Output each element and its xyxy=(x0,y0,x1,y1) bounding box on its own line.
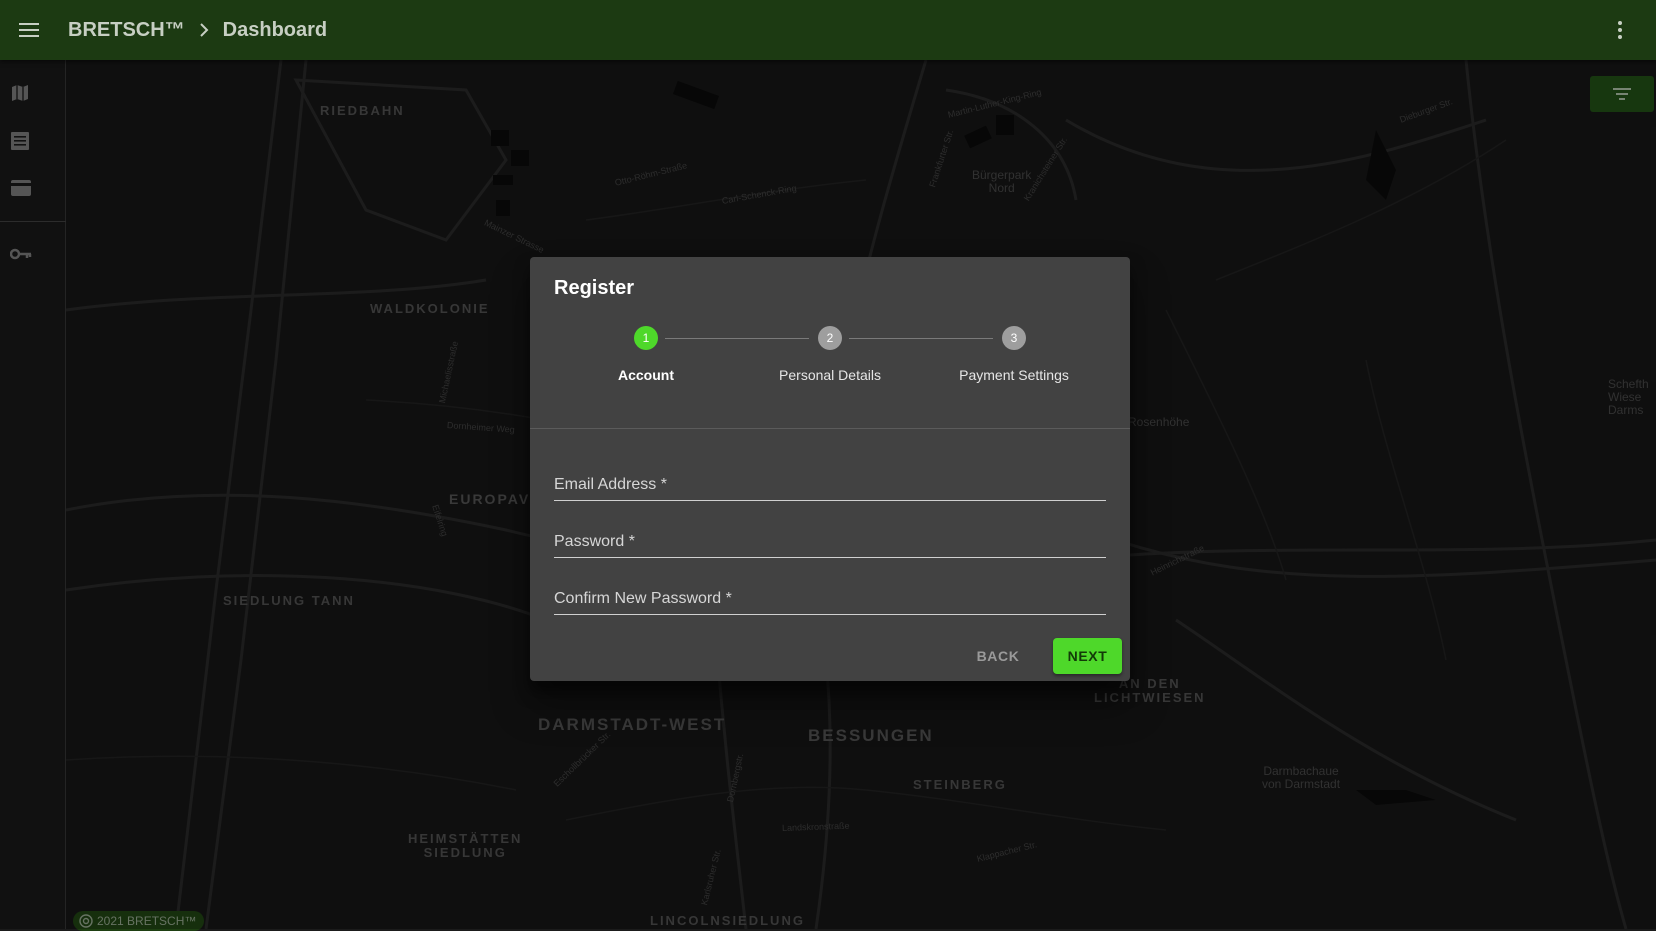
menu-button[interactable] xyxy=(0,0,58,60)
stepper: 1 Account 2 Personal Details 3 Payment S… xyxy=(530,325,1130,425)
back-button[interactable]: BACK xyxy=(966,638,1030,674)
hamburger-menu-icon xyxy=(19,23,39,37)
password-input[interactable] xyxy=(554,531,1106,555)
app-bar: BRETSCH™ Dashboard xyxy=(0,0,1656,60)
more-options-button[interactable] xyxy=(1604,14,1636,46)
step-number: 3 xyxy=(1002,326,1026,350)
sidebar-item-keys[interactable] xyxy=(0,232,66,276)
register-dialog: Register 1 Account 2 Personal Details 3 … xyxy=(530,257,1130,681)
list-icon xyxy=(11,132,29,150)
breadcrumb: BRETSCH™ Dashboard xyxy=(58,19,327,42)
more-vert-icon xyxy=(1618,21,1622,39)
email-field[interactable]: Email Address * xyxy=(554,461,1106,501)
key-icon xyxy=(10,248,32,260)
email-input[interactable] xyxy=(554,474,1106,498)
sidebar-item-map[interactable] xyxy=(0,71,66,115)
step-label: Account xyxy=(618,367,674,383)
confirm-password-field[interactable]: Confirm New Password * xyxy=(554,575,1106,615)
sidebar-item-list[interactable] xyxy=(0,119,66,163)
step-personal-details: 2 Personal Details xyxy=(738,325,922,383)
map-icon xyxy=(12,85,28,101)
step-payment-settings: 3 Payment Settings xyxy=(922,325,1106,383)
next-button[interactable]: NEXT xyxy=(1053,638,1122,674)
step-label: Personal Details xyxy=(779,367,881,383)
sidebar-item-payment[interactable] xyxy=(0,166,66,210)
step-number: 2 xyxy=(818,326,842,350)
step-label: Payment Settings xyxy=(959,367,1069,383)
step-number: 1 xyxy=(634,326,658,350)
step-account: 1 Account xyxy=(554,325,738,383)
page-title: Dashboard xyxy=(222,18,328,41)
chevron-right-icon xyxy=(185,23,223,37)
password-field[interactable]: Password * xyxy=(554,518,1106,558)
dialog-divider xyxy=(530,428,1130,429)
credit-card-icon xyxy=(11,180,31,196)
sidebar-divider xyxy=(0,221,66,222)
sidebar xyxy=(0,60,66,929)
dialog-title: Register xyxy=(554,277,635,299)
breadcrumb-brand[interactable]: BRETSCH™ xyxy=(68,19,185,42)
confirm-password-input[interactable] xyxy=(554,588,1106,612)
